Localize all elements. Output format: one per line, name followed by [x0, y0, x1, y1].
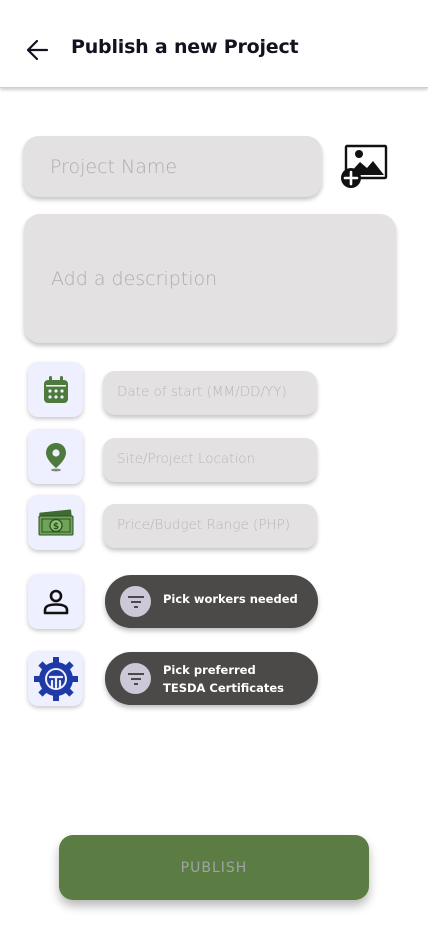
project-name-input[interactable]: Project Name [23, 136, 322, 197]
project-name-placeholder: Project Name [50, 156, 178, 178]
certificates-icon-tile [28, 651, 83, 706]
publish-button[interactable]: PUBLISH [59, 835, 369, 900]
date-of-start-input[interactable]: Date of start (MM/DD/YY) [103, 371, 317, 415]
budget-range-input[interactable]: Price/Budget Range (PHP) [103, 504, 317, 548]
date-placeholder: Date of start (MM/DD/YY) [117, 384, 287, 400]
location-placeholder: Site/Project Location [117, 451, 256, 467]
pick-workers-label: Pick workers needed [163, 592, 298, 606]
app-bar: Publish a new Project [0, 0, 428, 88]
description-placeholder: Add a description [51, 268, 218, 290]
location-pin-icon [45, 442, 66, 471]
tesda-gear-icon [33, 656, 78, 701]
back-button[interactable] [24, 38, 50, 62]
svg-text:$: $ [52, 522, 58, 532]
money-icon: $ [38, 508, 73, 535]
workers-icon-tile [28, 574, 83, 629]
date-icon-tile [28, 362, 83, 417]
filter-icon [127, 595, 144, 608]
budget-placeholder: Price/Budget Range (PHP) [117, 517, 291, 533]
page-title: Publish a new Project [71, 36, 299, 58]
description-input[interactable]: Add a description [24, 214, 396, 343]
filter-icon-badge [120, 663, 151, 694]
site-location-input[interactable]: Site/Project Location [103, 438, 317, 482]
filter-icon [127, 672, 144, 685]
pick-certificates-button[interactable]: Pick preferred TESDA Certificates [105, 652, 318, 705]
calendar-icon [43, 375, 68, 403]
budget-icon-tile: $ [28, 495, 83, 550]
pick-workers-button[interactable]: Pick workers needed [105, 575, 318, 628]
pick-certificates-label-line2: TESDA Certificates [163, 681, 285, 695]
publish-label: PUBLISH [180, 859, 248, 876]
add-image-button[interactable] [339, 144, 389, 190]
pick-certificates-label-line1: Pick preferred [163, 663, 256, 677]
arrow-left-icon [26, 39, 49, 61]
person-icon [43, 589, 68, 614]
location-icon-tile [28, 429, 83, 484]
filter-icon-badge [120, 586, 151, 617]
add-image-icon [341, 144, 388, 188]
